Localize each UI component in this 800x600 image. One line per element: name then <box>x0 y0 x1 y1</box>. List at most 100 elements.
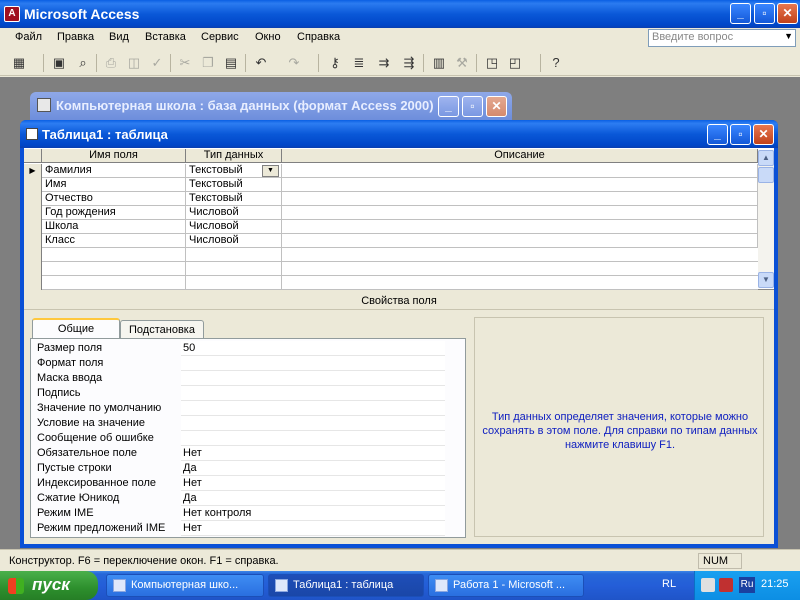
menu-insert[interactable]: Вставка <box>145 31 186 43</box>
property-value[interactable] <box>181 371 445 386</box>
table-row-empty[interactable] <box>24 262 758 276</box>
data-type-cell[interactable]: Текстовый <box>186 192 282 206</box>
menu-window[interactable]: Окно <box>255 31 281 43</box>
property-row[interactable]: Условие на значение <box>35 416 445 431</box>
scroll-thumb[interactable] <box>758 167 774 183</box>
data-type-cell[interactable] <box>186 262 282 276</box>
access-app-icon[interactable]: A <box>4 6 20 22</box>
save-icon[interactable]: ▣ <box>50 54 68 72</box>
table-maximize-button[interactable]: ▫ <box>730 124 751 145</box>
field-name-cell[interactable]: Фамилия <box>42 164 186 178</box>
tab-general[interactable]: Общие <box>32 318 120 340</box>
build-icon[interactable]: ⚒ <box>453 54 471 72</box>
print-icon[interactable]: ⎙ <box>102 54 120 72</box>
row-selector[interactable] <box>24 206 42 220</box>
property-value[interactable]: Нет контроля <box>181 506 445 521</box>
spell-icon[interactable]: ✓ <box>148 54 166 72</box>
property-value[interactable]: Нет <box>181 521 445 536</box>
key-icon[interactable]: ⚷ <box>326 54 344 72</box>
property-row[interactable]: Сообщение об ошибке <box>35 431 445 446</box>
paste-icon[interactable]: ▤ <box>222 54 240 72</box>
table-close-button[interactable]: ✕ <box>753 124 774 145</box>
table-row[interactable]: Отчество Текстовый <box>24 192 758 206</box>
field-name-cell[interactable] <box>42 276 186 290</box>
scroll-down-icon[interactable]: ▼ <box>758 272 774 288</box>
redo-icon[interactable]: ↷ <box>285 54 303 72</box>
table-row[interactable]: Класс Числовой <box>24 234 758 248</box>
menu-view[interactable]: Вид <box>109 31 129 43</box>
database-window[interactable]: Компьютерная школа : база данных (формат… <box>30 92 512 120</box>
property-row[interactable]: Сжатие Юникод Да <box>35 491 445 506</box>
property-row[interactable]: Подпись <box>35 386 445 401</box>
grid-vertical-scrollbar[interactable]: ▲ ▼ <box>758 150 774 288</box>
property-value[interactable] <box>181 386 445 401</box>
property-row[interactable]: Режим предложений IME Нет <box>35 521 445 536</box>
property-value[interactable] <box>181 416 445 431</box>
row-selector[interactable] <box>24 234 42 248</box>
menu-tools[interactable]: Сервис <box>201 31 239 43</box>
row-selector[interactable] <box>24 178 42 192</box>
row-selector[interactable] <box>24 262 42 276</box>
keyboard-layout-icon[interactable]: Ru <box>739 577 755 593</box>
property-value[interactable] <box>181 356 445 371</box>
table-row[interactable]: Год рождения Числовой <box>24 206 758 220</box>
property-value[interactable] <box>181 401 445 416</box>
row-selector[interactable] <box>24 276 42 290</box>
app-maximize-button[interactable]: ▫ <box>754 3 775 24</box>
indexes-icon[interactable]: ≣ <box>350 54 368 72</box>
description-cell[interactable] <box>282 178 758 192</box>
data-type-dropdown-icon[interactable]: ▼ <box>262 165 279 177</box>
field-name-cell[interactable] <box>42 248 186 262</box>
data-type-cell[interactable]: Числовой <box>186 234 282 248</box>
row-selector[interactable] <box>24 248 42 262</box>
new-object-icon[interactable]: ◰ <box>506 54 524 72</box>
data-type-cell[interactable]: Текстовый <box>186 178 282 192</box>
property-row[interactable]: Индексированное поле Нет <box>35 476 445 491</box>
description-cell[interactable] <box>282 192 758 206</box>
property-row[interactable]: Размер поля 50 <box>35 341 445 356</box>
taskbar-item-word[interactable]: Работа 1 - Microsoft ... <box>428 574 584 597</box>
db-minimize-button[interactable]: _ <box>438 96 459 117</box>
property-row[interactable]: Формат поля <box>35 356 445 371</box>
row-selector[interactable] <box>24 192 42 206</box>
description-cell[interactable] <box>282 164 758 178</box>
ask-question-input[interactable]: Введите вопрос ▼ <box>648 29 796 47</box>
start-button[interactable]: пуск <box>0 571 98 600</box>
data-type-cell[interactable] <box>186 276 282 290</box>
field-name-cell[interactable]: Отчество <box>42 192 186 206</box>
property-row[interactable]: Пустые строки Да <box>35 461 445 476</box>
network-tray-icon[interactable] <box>701 578 715 592</box>
property-value[interactable]: Да <box>181 461 445 476</box>
field-name-cell[interactable]: Год рождения <box>42 206 186 220</box>
preview-icon[interactable]: ◫ <box>125 54 143 72</box>
field-name-cell[interactable] <box>42 262 186 276</box>
menu-help[interactable]: Справка <box>297 31 340 43</box>
description-cell[interactable] <box>282 206 758 220</box>
cut-icon[interactable]: ✂ <box>176 54 194 72</box>
data-type-cell[interactable]: Числовой <box>186 220 282 234</box>
property-value[interactable]: Да <box>181 491 445 506</box>
tab-lookup[interactable]: Подстановка <box>120 320 204 340</box>
data-type-cell[interactable] <box>186 248 282 262</box>
ask-dropdown-icon[interactable]: ▼ <box>784 31 793 41</box>
table-row-empty[interactable] <box>24 248 758 262</box>
property-value[interactable]: Нет <box>181 476 445 491</box>
row-selector[interactable] <box>24 220 42 234</box>
property-row[interactable]: Обязательное поле Нет <box>35 446 445 461</box>
menu-file[interactable]: Файл <box>15 31 42 43</box>
database-window-icon[interactable]: ◳ <box>483 54 501 72</box>
property-row[interactable]: Значение по умолчанию <box>35 401 445 416</box>
language-indicator[interactable]: RL <box>662 578 676 590</box>
field-name-cell[interactable]: Имя <box>42 178 186 192</box>
table-row[interactable]: Школа Числовой <box>24 220 758 234</box>
insert-rows-icon[interactable]: ⇉ <box>375 54 393 72</box>
properties-icon[interactable]: ▥ <box>430 54 448 72</box>
field-name-cell[interactable]: Школа <box>42 220 186 234</box>
taskbar-item-table[interactable]: Таблица1 : таблица <box>268 574 424 597</box>
property-row[interactable]: Маска ввода <box>35 371 445 386</box>
property-row[interactable]: Режим IME Нет контроля <box>35 506 445 521</box>
row-selector-current-icon[interactable]: ▶ <box>24 164 42 178</box>
app-close-button[interactable]: ✕ <box>777 3 798 24</box>
security-tray-icon[interactable] <box>719 578 733 592</box>
db-maximize-button[interactable]: ▫ <box>462 96 483 117</box>
